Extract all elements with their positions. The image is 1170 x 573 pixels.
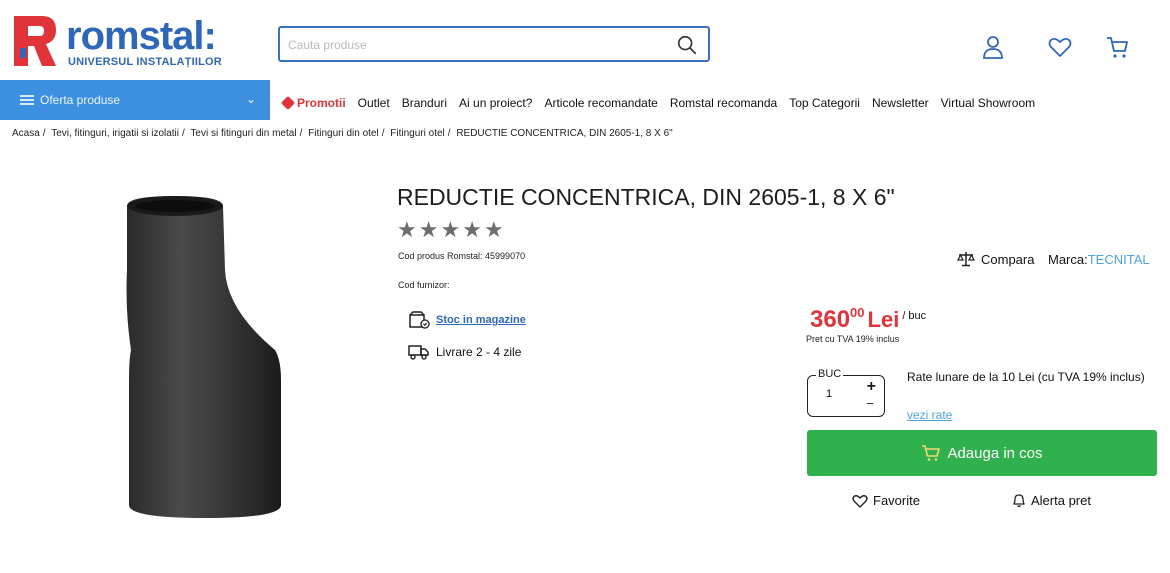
heart-icon[interactable] — [1047, 34, 1073, 60]
heart-icon — [852, 494, 868, 508]
quantity-increase-button[interactable]: + — [867, 378, 876, 396]
installments-link[interactable]: vezi rate — [907, 408, 952, 422]
star-icon: ★ — [462, 217, 482, 242]
product-price: 36000 Lei / buc — [810, 305, 926, 334]
nav-item-label: Promotii — [297, 96, 346, 110]
tag-icon — [280, 95, 296, 111]
supplier-code: Cod furnizor: — [398, 280, 450, 290]
price-alert-button[interactable]: Alerta pret — [1012, 493, 1091, 508]
brand-label: Marca: — [1048, 252, 1088, 267]
add-to-cart-button[interactable]: Adauga in cos — [807, 430, 1157, 476]
product-code: Cod produs Romstal: 45999070 — [398, 251, 526, 261]
installments-text: Rate lunare de la 10 Lei (cu TVA 19% inc… — [907, 370, 1145, 384]
delivery-info: Livrare 2 - 4 zile — [408, 344, 521, 360]
chevron-down-icon: ⌄ — [245, 92, 256, 106]
price-alert-label: Alerta pret — [1031, 493, 1091, 508]
nav-item-promotii[interactable]: Promotii — [280, 95, 346, 111]
breadcrumb-item[interactable]: Acasa — [12, 128, 40, 139]
stock-link[interactable]: Stoc in magazine — [436, 314, 526, 326]
favorite-label: Favorite — [873, 493, 920, 508]
search-icon[interactable] — [676, 34, 698, 56]
scale-icon — [957, 252, 975, 267]
compare-label: Compara — [981, 251, 1035, 267]
logo-tagline: UNIVERSUL INSTALAȚIILOR — [68, 56, 222, 68]
cart-icon[interactable] — [1104, 34, 1130, 60]
nav-item-virtual-showroom[interactable]: Virtual Showroom — [941, 96, 1036, 110]
price-currency: Lei — [867, 307, 900, 332]
nav-item-branduri[interactable]: Branduri — [402, 96, 447, 110]
breadcrumb-current: REDUCTIE CONCENTRICA, DIN 2605-1, 8 X 6" — [456, 128, 673, 139]
add-to-cart-label: Adauga in cos — [947, 444, 1043, 462]
quantity-stepper: BUC + − — [807, 368, 885, 417]
romstal-logo[interactable]: romstal: UNIVERSUL INSTALAȚIILOR — [8, 14, 240, 72]
cart-icon — [922, 445, 941, 461]
user-icon[interactable] — [980, 34, 1006, 60]
star-icon: ★ — [440, 217, 461, 242]
breadcrumb-item[interactable]: Tevi, fitinguri, irigatii si izolatii — [51, 128, 179, 139]
price-unit: / buc — [902, 310, 927, 322]
price-integer: 360 — [810, 306, 851, 333]
bell-icon — [1013, 494, 1025, 508]
breadcrumb-item[interactable]: Fitinguri otel — [390, 128, 444, 139]
products-menu-label: Oferta produse — [40, 93, 121, 107]
delivery-label: Livrare 2 - 4 zile — [436, 345, 522, 359]
breadcrumb-item[interactable]: Tevi si fitinguri din metal — [190, 128, 296, 139]
hamburger-icon — [20, 95, 34, 105]
nav-item-outlet[interactable]: Outlet — [358, 96, 390, 110]
logo-wordmark: romstal: — [66, 14, 217, 58]
quantity-decrease-button[interactable]: − — [866, 396, 874, 411]
nav-item-proiect[interactable]: Ai un proiect? — [459, 96, 532, 110]
breadcrumb-item[interactable]: Fitinguri din otel — [308, 128, 379, 139]
nav-item-romstal-recomanda[interactable]: Romstal recomanda — [670, 96, 777, 110]
brand-info: Marca:TECNITAL — [1048, 252, 1150, 267]
vat-note: Pret cu TVA 19% inclus — [806, 334, 900, 344]
stock-in-stores[interactable]: Stoc in magazine — [408, 311, 526, 329]
products-menu-button[interactable]: Oferta produse ⌄ — [0, 80, 270, 120]
quantity-label: BUC — [816, 368, 844, 380]
store-icon — [409, 311, 430, 329]
logo-mark-icon — [14, 16, 56, 66]
rating-stars[interactable]: ★ ★ ★ ★ ★ — [397, 219, 504, 241]
search-bar — [278, 26, 710, 62]
brand-link[interactable]: TECNITAL — [1088, 252, 1150, 267]
price-decimals: 00 — [850, 305, 865, 320]
nav-item-top-categorii[interactable]: Top Categorii — [789, 96, 860, 110]
star-icon: ★ — [397, 217, 417, 242]
search-input[interactable] — [288, 35, 658, 55]
quantity-input[interactable] — [826, 388, 850, 400]
product-title: REDUCTIE CONCENTRICA, DIN 2605-1, 8 X 6" — [397, 184, 895, 210]
main-nav: Promotii Outlet Branduri Ai un proiect? … — [280, 94, 1036, 112]
compare-button[interactable]: Compara — [957, 251, 1034, 267]
truck-icon — [408, 345, 429, 360]
nav-item-newsletter[interactable]: Newsletter — [872, 96, 929, 110]
star-icon: ★ — [418, 217, 439, 242]
nav-item-articole[interactable]: Articole recomandate — [544, 96, 657, 110]
product-image[interactable] — [70, 190, 340, 520]
breadcrumb: Acasa / Tevi, fitinguri, irigatii si izol… — [12, 128, 673, 139]
star-icon: ★ — [483, 217, 504, 242]
favorite-button[interactable]: Favorite — [852, 493, 920, 508]
